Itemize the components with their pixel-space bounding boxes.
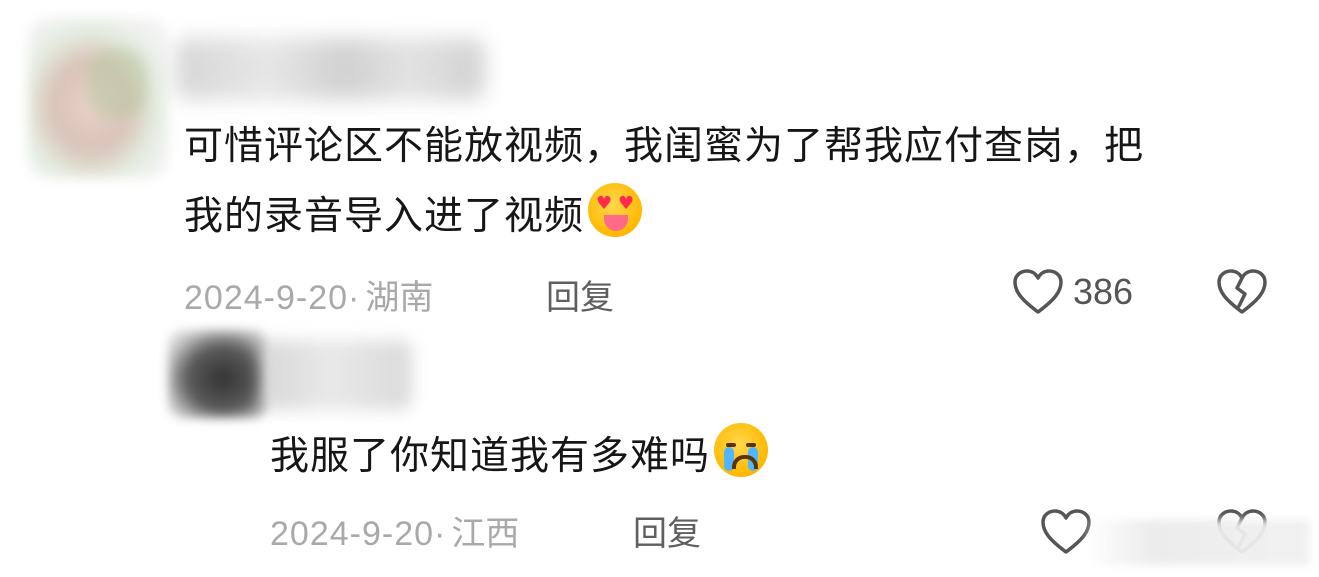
like-count: 386 xyxy=(1073,271,1134,312)
reply-username-redacted[interactable] xyxy=(262,340,412,410)
comment-text: 可惜评论区不能放视频，我闺蜜为了帮我应付查岗，把 我的录音导入进了视频 ♥ ♥ xyxy=(184,112,1284,252)
reply-button[interactable]: 回复 xyxy=(633,506,701,555)
dislike-button[interactable] xyxy=(1216,268,1268,320)
reply-comment-segment: 我服了你知道我有多难吗 xyxy=(270,434,711,479)
heart-eyes-emoji-icon: ♥ ♥ xyxy=(588,183,643,237)
watermark-redacted xyxy=(1085,520,1310,565)
comment-meta: 2024-9-20· 湖南 xyxy=(184,270,433,319)
avatar[interactable] xyxy=(28,18,168,178)
comment-text-segment: 我的录音导入进了视频 xyxy=(184,194,585,239)
reply-date: 2024-9-20 xyxy=(270,515,435,553)
comment-date: 2024-9-20 xyxy=(184,279,349,317)
reply-meta: 2024-9-20· 江西 xyxy=(270,506,519,555)
like-button[interactable] xyxy=(1012,268,1064,320)
meta-separator: · xyxy=(434,515,446,553)
username-redacted[interactable] xyxy=(175,38,485,100)
meta-separator: · xyxy=(348,279,360,317)
crying-face-emoji-icon xyxy=(714,423,769,477)
reply-button[interactable]: 回复 xyxy=(546,270,614,319)
comment-text-line: 可惜评论区不能放视频，我闺蜜为了帮我应付查岗，把 xyxy=(184,124,1145,169)
comment-location: 湖南 xyxy=(365,279,434,317)
comment-text-line: 我的录音导入进了视频 ♥ ♥ xyxy=(184,182,1284,252)
reply-location: 江西 xyxy=(451,515,520,553)
reply-avatar[interactable] xyxy=(168,330,268,418)
heart-outline-icon xyxy=(1013,269,1063,314)
broken-heart-icon xyxy=(1217,269,1267,314)
reply-comment-text: 我服了你知道我有多难吗 xyxy=(270,422,970,492)
